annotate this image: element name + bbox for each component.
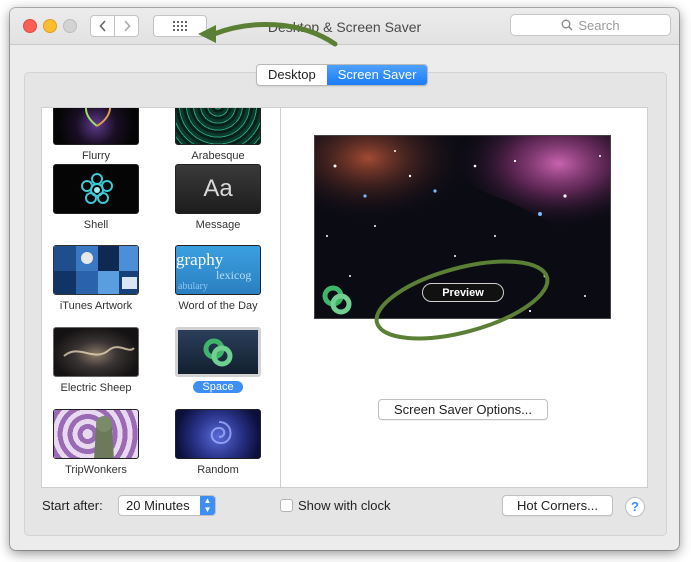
saver-label: Shell <box>83 219 109 231</box>
itunes-artwork-thumbnail <box>53 245 139 295</box>
electric-sheep-thumbnail <box>53 327 139 377</box>
saver-electric-sheep[interactable]: Electric Sheep <box>46 327 146 394</box>
tab-control: Desktop Screen Saver <box>256 64 429 86</box>
title-bar: Desktop & Screen Saver Search <box>10 8 679 45</box>
tab-desktop[interactable]: Desktop <box>257 65 327 85</box>
saver-itunes-artwork[interactable]: iTunes Artwork <box>46 245 146 312</box>
search-placeholder: Search <box>578 17 620 33</box>
hot-corners-button[interactable]: Hot Corners... <box>502 495 613 516</box>
saver-space[interactable]: Space <box>168 327 268 393</box>
space-thumbnail <box>175 327 261 377</box>
saver-label: TripWonkers <box>65 464 127 476</box>
message-thumbnail: Aa <box>175 164 261 214</box>
screen-saver-options-button[interactable]: Screen Saver Options... <box>378 399 548 420</box>
flurry-thumbnail <box>53 108 139 145</box>
saver-message[interactable]: Aa Message <box>168 164 268 231</box>
saver-label: Electric Sheep <box>60 382 132 394</box>
saver-tripwonkers[interactable]: TripWonkers <box>46 409 146 476</box>
tab-screen-saver[interactable]: Screen Saver <box>326 65 428 85</box>
start-after-value: 20 Minutes <box>126 498 190 513</box>
search-field[interactable]: Search <box>510 14 671 36</box>
start-after-select[interactable]: 20 Minutes ▲ ▼ <box>118 495 216 516</box>
word-of-the-day-text: abulary <box>178 281 208 292</box>
random-thumbnail <box>175 409 261 459</box>
arabesque-thumbnail <box>175 108 261 145</box>
saver-flurry[interactable]: Flurry <box>46 108 146 162</box>
screen-saver-preview[interactable]: Preview <box>314 135 611 319</box>
saver-word-of-the-day[interactable]: graphy lexicog abulary Word of the Day <box>168 245 268 312</box>
saver-shell[interactable]: Shell <box>46 164 146 231</box>
word-of-the-day-text: lexicog <box>216 268 252 282</box>
preview-badge: Preview <box>422 283 504 302</box>
word-of-the-day-text: graphy <box>176 250 224 269</box>
saver-label: Message <box>195 219 241 231</box>
show-with-clock-label: Show with clock <box>298 498 391 513</box>
saver-label: Random <box>197 464 239 476</box>
show-with-clock-checkbox[interactable] <box>280 499 293 512</box>
start-after-label: Start after: <box>42 498 103 513</box>
saver-label: Flurry <box>81 150 111 162</box>
tripwonkers-thumbnail <box>53 409 139 459</box>
shell-thumbnail <box>53 164 139 214</box>
saver-arabesque[interactable]: Arabesque <box>168 108 268 162</box>
saver-random[interactable]: Random <box>168 409 268 476</box>
word-of-the-day-thumbnail: graphy lexicog abulary <box>175 245 261 295</box>
preferences-window: Desktop & Screen Saver Search Desktop Sc… <box>10 8 679 550</box>
chevron-updown-icon: ▲ ▼ <box>200 496 215 515</box>
help-button[interactable]: ? <box>625 497 645 517</box>
saver-label-selected: Space <box>193 381 243 393</box>
saver-label: Word of the Day <box>178 300 258 312</box>
screen-saver-list: Flurry Arabesque Shell Aa Message iTunes… <box>41 107 281 488</box>
saver-label: iTunes Artwork <box>59 300 133 312</box>
saver-label: Arabesque <box>191 150 245 162</box>
search-icon <box>561 19 573 31</box>
